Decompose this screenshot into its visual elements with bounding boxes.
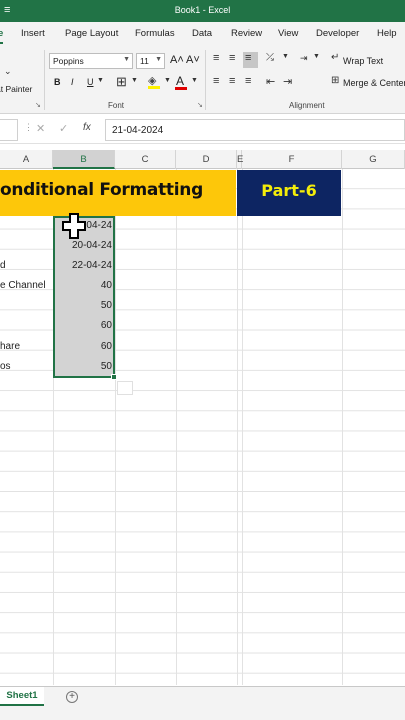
gridline [176,169,177,685]
column-headers: A B C D E F G [0,150,405,169]
tab-data[interactable]: Data [192,28,212,39]
cell-b[interactable]: 50 [55,357,113,377]
font-name-value: Poppins [53,56,84,66]
font-group-label: Font [108,101,125,110]
gridline [115,169,116,685]
title-bar: ≡ Book1 - Excel [0,0,405,22]
bold-button[interactable]: B [54,77,61,87]
chevron-down-icon[interactable]: ▼ [313,53,320,60]
fill-color-swatch [148,86,160,89]
chevron-down-icon: ▼ [155,56,162,63]
column-header-d[interactable]: D [176,150,237,169]
font-size-value: 11 [140,56,149,66]
status-bar [0,706,405,720]
tab-help[interactable]: Help [377,28,397,39]
font-color-swatch [175,87,187,90]
divider [44,50,45,110]
chevron-down-icon[interactable]: ▼ [131,77,138,84]
text-direction-icon[interactable]: ⇥ [300,53,308,64]
format-painter-button[interactable]: at Painter [0,84,32,94]
underline-button[interactable]: U [87,77,94,87]
decrease-indent-icon[interactable]: ⇤ [266,75,275,88]
wrap-text-icon[interactable]: ↵ [331,52,339,63]
italic-button[interactable]: I [71,77,74,87]
align-left-icon[interactable]: ≡ [213,75,219,87]
ribbon: ⌄ at Painter ↘ Poppins ▼ 11 ▼ A˄ A˅ B I … [0,46,405,114]
chevron-down-icon[interactable]: ▼ [282,53,289,60]
cell-a[interactable]: d [0,256,6,276]
orientation-icon[interactable]: ⤰ [266,52,274,63]
tab-formulas[interactable]: Formulas [135,28,175,39]
align-middle-icon[interactable]: ≡ [229,52,235,64]
merge-center-button[interactable]: Merge & Center [343,78,405,88]
cursor-icon [62,213,86,239]
cell-b[interactable]: 60 [55,316,113,336]
cell-b[interactable]: 60 [55,337,113,357]
cell-b[interactable]: 20-04-24 [55,236,113,256]
wrap-text-button[interactable]: Wrap Text [343,56,383,66]
ribbon-tabs: e Insert Page Layout Formulas Data Revie… [0,22,405,46]
tab-view[interactable]: View [278,28,298,39]
gridline [342,169,343,685]
chevron-down-icon[interactable]: ▼ [164,77,171,84]
column-header-b[interactable]: B [53,150,115,169]
divider [205,50,206,110]
gridline [237,169,238,685]
cell-a[interactable]: os [0,357,11,377]
column-header-c[interactable]: C [115,150,176,169]
column-header-a[interactable]: A [0,150,53,169]
cell-b[interactable]: 50 [55,296,113,316]
align-center-icon[interactable]: ≡ [229,75,235,87]
cell-a[interactable]: hare [0,337,20,357]
gridline [242,169,243,685]
alignment-group-label: Alignment [289,101,325,110]
insert-function-button[interactable]: fx [83,122,91,133]
window-title: Book1 - Excel [174,5,231,15]
font-size-select[interactable]: 11 ▼ [136,53,165,69]
sheet-tab-sheet1[interactable]: Sheet1 [0,687,44,706]
title-banner[interactable]: onditional Formatting [0,170,236,216]
shrink-font-button[interactable]: A˅ [186,54,200,66]
grow-font-button[interactable]: A˄ [170,54,184,66]
chevron-down-icon: ▼ [123,56,130,63]
formula-input[interactable]: 21-04-2024 [105,119,405,141]
tab-developer[interactable]: Developer [316,28,359,39]
add-sheet-icon[interactable]: + [66,691,78,703]
formula-bar: ⋮ ✕ ✓ fx 21-04-2024 [0,117,405,144]
tab-insert[interactable]: Insert [21,28,45,39]
tab-page-layout[interactable]: Page Layout [65,28,118,39]
cancel-icon[interactable]: ✕ [36,122,45,135]
align-right-icon[interactable]: ≡ [245,75,251,87]
increase-indent-icon[interactable]: ⇥ [283,75,292,88]
font-launcher-icon[interactable]: ↘ [197,101,203,109]
chevron-down-icon[interactable]: ▼ [191,77,198,84]
align-top-icon[interactable]: ≡ [213,52,219,64]
part-banner[interactable]: Part-6 [237,170,341,216]
sheet-tab-bar: Sheet1 + [0,686,405,706]
cell-a[interactable]: e Channel [0,276,46,296]
font-color-icon[interactable]: A [176,74,184,88]
banner-title: onditional Formatting [0,180,203,200]
tab-home[interactable]: e [0,28,4,44]
cell-b[interactable]: 22-04-24 [55,256,113,276]
quick-analysis-icon[interactable] [117,381,133,395]
chevron-down-icon[interactable]: ▼ [97,77,104,84]
tab-review[interactable]: Review [231,28,262,39]
font-name-select[interactable]: Poppins ▼ [49,53,133,69]
borders-icon[interactable]: ⊞ [116,74,127,90]
enter-check-icon[interactable]: ✓ [59,122,68,135]
more-options-icon[interactable]: ⋮ [24,122,33,133]
banner-part: Part-6 [261,181,317,200]
align-bottom-icon[interactable]: ≡ [245,52,251,64]
cell-b[interactable]: 40 [55,276,113,296]
clipboard-launcher-icon[interactable]: ↘ [35,101,41,109]
column-header-g[interactable]: G [342,150,405,169]
name-box[interactable] [0,119,18,141]
merge-center-icon[interactable]: ⊞ [331,75,339,86]
column-header-f[interactable]: F [242,150,342,169]
cut-dropdown-icon[interactable]: ⌄ [4,66,12,77]
